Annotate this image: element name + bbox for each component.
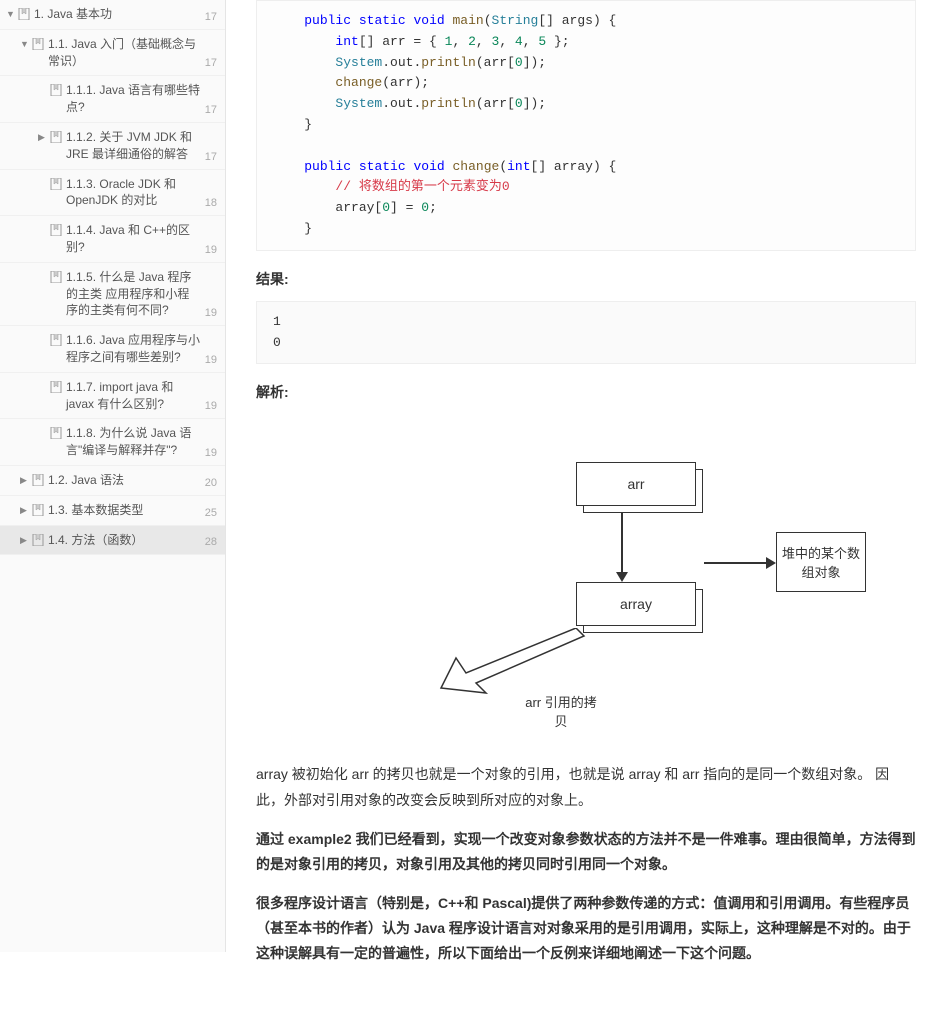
diagram-box-array: array [576,582,696,626]
bookmark-icon [32,38,44,50]
paragraph-1: array 被初始化 arr 的拷贝也就是一个对象的引用，也就是说 array … [256,762,916,812]
bookmark-icon [50,224,62,236]
chevron-down-icon: ▼ [20,39,30,49]
nav-label: 1. Java 基本功 [34,6,201,23]
bookmark-icon [18,8,30,20]
nav-label: 1.1. Java 入门（基础概念与常识） [48,36,201,70]
nav-item[interactable]: ▶ 1.2. Java 语法 20 [0,466,225,496]
nav-item[interactable]: 1.1.4. Java 和 C++的区别? 19 [0,216,225,263]
bookmark-icon [32,504,44,516]
nav-label: 1.1.5. 什么是 Java 程序的主类 应用程序和小程序的主类有何不同? [66,269,201,319]
nav-label: 1.1.1. Java 语言有哪些特点? [66,82,201,116]
nav-page-number: 18 [205,197,217,209]
diagram-box-arr: arr [576,462,696,506]
nav-label: 1.1.7. import java 和 javax 有什么区别? [66,379,201,413]
chevron-right-icon: ▶ [20,505,30,516]
bookmark-icon [50,178,62,190]
nav-page-number: 19 [205,354,217,366]
main-content: public static void main(String[] args) {… [226,0,946,1011]
nav-page-number: 17 [205,151,217,163]
hollow-arrow-icon [436,628,586,698]
paragraph-3: 很多程序设计语言（特别是，C++和 Pascal)提供了两种参数传递的方式：值调… [256,891,916,967]
nav-page-number: 17 [205,11,217,23]
nav-item[interactable]: ▶ 1.1.2. 关于 JVM JDK 和 JRE 最详细通俗的解答 17 [0,123,225,170]
bookmark-icon [50,271,62,283]
bookmark-icon [50,131,62,143]
bookmark-icon [50,427,62,439]
nav-item[interactable]: ▶ 1.4. 方法（函数） 28 [0,526,225,556]
bookmark-icon [32,474,44,486]
nav-label: 1.1.6. Java 应用程序与小程序之间有哪些差别? [66,332,201,366]
analysis-title: 解析: [256,382,916,402]
chevron-down-icon: ▼ [6,9,16,19]
nav-label: 1.1.3. Oracle JDK 和 OpenJDK 的对比 [66,176,201,210]
nav-item[interactable]: ▼ 1.1. Java 入门（基础概念与常识） 17 [0,30,225,77]
bookmark-icon [32,534,44,546]
nav-item[interactable]: 1.1.5. 什么是 Java 程序的主类 应用程序和小程序的主类有何不同? 19 [0,263,225,326]
nav-page-number: 20 [205,477,217,489]
chevron-right-icon: ▶ [38,132,48,143]
output-block: 1 0 [256,301,916,365]
nav-page-number: 19 [205,447,217,459]
nav-item[interactable]: ▼ 1. Java 基本功 17 [0,0,225,30]
nav-item[interactable]: 1.1.6. Java 应用程序与小程序之间有哪些差别? 19 [0,326,225,373]
nav-item[interactable]: 1.1.3. Oracle JDK 和 OpenJDK 的对比 18 [0,170,225,217]
diagram: arr array 堆中的某个数组对象 arr 引用的拷贝 [306,432,866,732]
nav-page-number: 19 [205,400,217,412]
nav-page-number: 28 [205,536,217,548]
nav-label: 1.1.4. Java 和 C++的区别? [66,222,201,256]
bookmark-icon [50,334,62,346]
nav-label: 1.2. Java 语法 [48,472,201,489]
bookmark-icon [50,381,62,393]
nav-page-number: 25 [205,507,217,519]
nav-item[interactable]: 1.1.8. 为什么说 Java 语言"编译与解释并存"? 19 [0,419,225,466]
paragraph-2: 通过 example2 我们已经看到，实现一个改变对象参数状态的方法并不是一件难… [256,827,916,877]
chevron-right-icon: ▶ [20,475,30,486]
nav-label: 1.4. 方法（函数） [48,532,201,549]
nav-item[interactable]: ▶ 1.3. 基本数据类型 25 [0,496,225,526]
diagram-label-copy: arr 引用的拷贝 [521,692,601,730]
nav-label: 1.1.8. 为什么说 Java 语言"编译与解释并存"? [66,425,201,459]
nav-item[interactable]: 1.1.1. Java 语言有哪些特点? 17 [0,76,225,123]
nav-label: 1.1.2. 关于 JVM JDK 和 JRE 最详细通俗的解答 [66,129,201,163]
sidebar: ▼1. Java 基本功17▼1.1. Java 入门（基础概念与常识）171.… [0,0,226,952]
code-block-main: public static void main(String[] args) {… [256,0,916,251]
nav-page-number: 17 [205,57,217,69]
nav-label: 1.3. 基本数据类型 [48,502,201,519]
nav-page-number: 19 [205,307,217,319]
nav-item[interactable]: 1.1.7. import java 和 javax 有什么区别? 19 [0,373,225,420]
bookmark-icon [50,84,62,96]
nav-page-number: 17 [205,104,217,116]
chevron-right-icon: ▶ [20,535,30,546]
result-title: 结果: [256,269,916,289]
nav-page-number: 19 [205,244,217,256]
diagram-box-heap: 堆中的某个数组对象 [776,532,866,592]
